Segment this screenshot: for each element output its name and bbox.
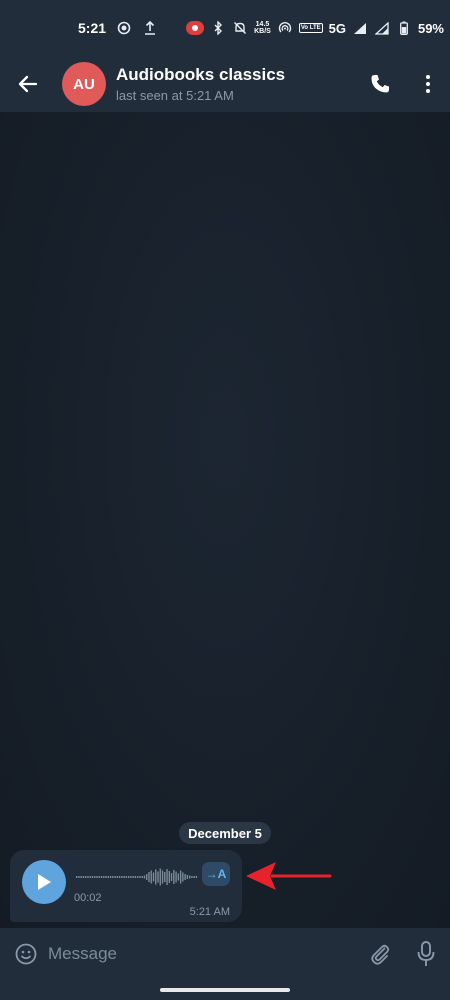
waveform-bar xyxy=(132,876,134,878)
waveform-bar xyxy=(157,871,159,883)
waveform-bar xyxy=(89,876,91,878)
waveform-bar xyxy=(134,876,137,878)
home-handle[interactable] xyxy=(160,988,290,992)
attach-paperclip-icon[interactable] xyxy=(368,942,392,966)
waveform-bar xyxy=(96,876,98,878)
waveform-bar xyxy=(105,876,107,878)
net-speed: 14.5 KB/S xyxy=(254,21,271,35)
waveform-bar xyxy=(161,870,164,884)
waveform-bar xyxy=(166,869,168,885)
waveform-bar xyxy=(191,876,193,878)
net-speed-value: 14.5 xyxy=(255,21,270,28)
waveform-bar xyxy=(179,870,182,884)
volte-badge: Vo LTE xyxy=(298,23,323,33)
screen-record-icon xyxy=(116,20,132,36)
status-left: 5:21 xyxy=(78,20,158,36)
mute-bell-icon xyxy=(232,20,248,36)
waveform-bar xyxy=(94,876,96,878)
bluetooth-icon xyxy=(210,20,226,36)
waveform-bar xyxy=(116,876,119,878)
recording-icon xyxy=(186,21,205,35)
message-input[interactable] xyxy=(48,940,348,968)
waveform-bar xyxy=(177,873,180,881)
waveform-bar xyxy=(175,871,177,883)
navigation-bar xyxy=(0,980,450,1000)
hotspot-icon xyxy=(277,20,293,36)
date-chip: December 5 xyxy=(179,822,271,844)
voice-duration: 00:02 xyxy=(74,892,102,904)
waveform-bar xyxy=(98,876,100,878)
waveform-bar xyxy=(141,876,143,878)
waveform-bar xyxy=(152,872,155,882)
waveform-bar xyxy=(100,876,103,878)
waveform-bar xyxy=(184,874,186,880)
status-bar: 5:21 14.5 KB/S Vo LTE 5G 59% xyxy=(0,0,450,56)
message-input-bar xyxy=(0,928,450,980)
waveform-bar xyxy=(130,876,132,878)
waveform-bar xyxy=(112,876,114,878)
waveform[interactable] xyxy=(76,866,198,888)
waveform-bar xyxy=(118,876,121,878)
phone-call-icon[interactable] xyxy=(368,72,392,96)
status-right: 14.5 KB/S Vo LTE 5G 59% xyxy=(186,20,444,36)
waveform-bar xyxy=(85,876,87,878)
waveform-bar xyxy=(127,876,130,878)
waveform-bar xyxy=(186,875,189,879)
waveform-bar xyxy=(76,876,78,878)
voice-message-bubble[interactable]: 00:02 →A 5:21 AM xyxy=(10,850,242,922)
waveform-bar xyxy=(173,870,175,884)
network-type: 5G xyxy=(328,20,346,36)
signal-icon-2 xyxy=(374,20,390,36)
annotation-arrow xyxy=(246,862,332,890)
waveform-bar xyxy=(148,872,150,882)
transcribe-button[interactable]: →A xyxy=(202,862,230,886)
waveform-bar xyxy=(182,872,184,882)
upload-icon xyxy=(142,20,158,36)
waveform-bar xyxy=(188,875,191,879)
net-speed-unit: KB/S xyxy=(254,28,271,35)
waveform-bar xyxy=(114,876,116,878)
waveform-bar xyxy=(82,876,85,878)
waveform-bar xyxy=(125,876,128,878)
waveform-bar xyxy=(170,873,173,881)
chat-area xyxy=(0,112,450,928)
waveform-bar xyxy=(168,871,170,883)
waveform-bar xyxy=(103,876,105,878)
waveform-bar xyxy=(137,876,139,878)
waveform-bar xyxy=(193,876,195,878)
status-time: 5:21 xyxy=(78,20,107,36)
waveform-bar xyxy=(123,876,125,878)
more-vertical-icon[interactable] xyxy=(416,72,440,96)
waveform-bar xyxy=(87,876,89,878)
waveform-bar xyxy=(146,874,148,880)
microphone-icon[interactable] xyxy=(414,940,438,968)
battery-level: 59% xyxy=(417,20,444,36)
last-seen-status: last seen at 5:21 AM xyxy=(116,88,234,103)
avatar[interactable]: AU xyxy=(62,62,106,106)
waveform-bar xyxy=(80,876,82,878)
transcribe-label: →A xyxy=(205,867,227,881)
play-button[interactable] xyxy=(22,860,66,904)
waveform-bar xyxy=(121,876,123,878)
chat-title[interactable]: Audiobooks classics xyxy=(116,65,285,85)
waveform-bar xyxy=(164,872,166,882)
chat-header: AU Audiobooks classics last seen at 5:21… xyxy=(0,56,450,112)
waveform-bar xyxy=(159,868,161,886)
waveform-bar xyxy=(109,876,112,878)
waveform-bar xyxy=(150,870,152,884)
waveform-bar xyxy=(91,876,94,878)
waveform-bar xyxy=(78,876,80,878)
waveform-bar xyxy=(195,876,198,878)
signal-icon xyxy=(352,20,368,36)
message-time: 5:21 AM xyxy=(189,906,230,918)
battery-icon xyxy=(396,20,412,36)
waveform-bar xyxy=(107,876,109,878)
play-icon xyxy=(38,874,51,890)
emoji-icon[interactable] xyxy=(14,942,38,966)
waveform-bar xyxy=(139,876,141,878)
waveform-bar xyxy=(155,869,157,885)
back-arrow-icon[interactable] xyxy=(14,70,42,98)
waveform-bar xyxy=(143,875,146,879)
